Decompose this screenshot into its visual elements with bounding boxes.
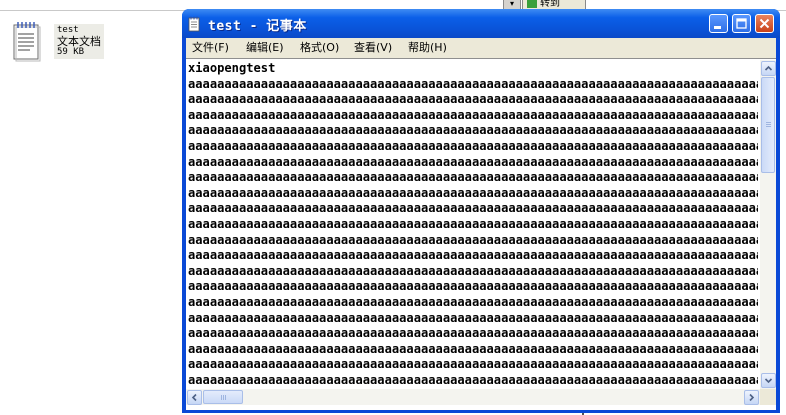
text-line: aaaaaaaaaaaaaaaaaaaaaaaaaaaaaaaaaaaaaaaa… xyxy=(188,294,758,309)
text-line: aaaaaaaaaaaaaaaaaaaaaaaaaaaaaaaaaaaaaaaa… xyxy=(188,232,758,247)
text-editor[interactable]: xiaopengtest aaaaaaaaaaaaaaaaaaaaaaaaaaaa… xyxy=(188,61,758,389)
close-button[interactable] xyxy=(755,14,774,33)
menu-view[interactable]: 查看(V) xyxy=(354,40,392,56)
text-line: aaaaaaaaaaaaaaaaaaaaaaaaaaaaaaaaaaaaaaaa… xyxy=(188,123,758,138)
text-line: aaaaaaaaaaaaaaaaaaaaaaaaaaaaaaaaaaaaaaaa… xyxy=(188,248,758,263)
window-title: test - 记事本 xyxy=(208,19,307,34)
vertical-scrollbar[interactable] xyxy=(760,60,776,389)
vertical-scroll-thumb[interactable] xyxy=(761,77,775,173)
chevron-up-icon xyxy=(764,65,773,71)
text-line: aaaaaaaaaaaaaaaaaaaaaaaaaaaaaaaaaaaaaaaa… xyxy=(188,92,758,107)
notepad-icon xyxy=(188,16,200,32)
goto-label: 转到 xyxy=(540,0,560,9)
text-line: aaaaaaaaaaaaaaaaaaaaaaaaaaaaaaaaaaaaaaaa… xyxy=(188,341,758,356)
text-line: aaaaaaaaaaaaaaaaaaaaaaaaaaaaaaaaaaaaaaaa… xyxy=(188,279,758,294)
text-line: aaaaaaaaaaaaaaaaaaaaaaaaaaaaaaaaaaaaaaaa… xyxy=(188,263,758,278)
maximize-button[interactable] xyxy=(732,14,751,33)
notepad-window: test - 记事本 文件(F) 编辑(E) 格式(O) 查看(V) 帮助(H)… xyxy=(182,9,780,413)
menu-edit[interactable]: 编辑(E) xyxy=(246,40,284,56)
scroll-up-button[interactable] xyxy=(761,61,776,76)
minimize-icon xyxy=(714,26,721,29)
minimize-button[interactable] xyxy=(709,14,728,33)
horizontal-scroll-thumb[interactable] xyxy=(203,390,243,404)
maximize-icon xyxy=(736,18,747,29)
editor-client-area: xiaopengtest aaaaaaaaaaaaaaaaaaaaaaaaaaaa… xyxy=(186,58,776,410)
text-line: aaaaaaaaaaaaaaaaaaaaaaaaaaaaaaaaaaaaaaaa… xyxy=(188,185,758,200)
text-line: aaaaaaaaaaaaaaaaaaaaaaaaaaaaaaaaaaaaaaaa… xyxy=(188,201,758,216)
text-line: aaaaaaaaaaaaaaaaaaaaaaaaaaaaaaaaaaaaaaaa… xyxy=(188,216,758,231)
desktop-file-label[interactable]: test 文本文档 59 KB xyxy=(54,24,104,59)
menu-format[interactable]: 格式(O) xyxy=(300,40,339,56)
text-line: xiaopengtest xyxy=(188,61,276,75)
scroll-right-button[interactable] xyxy=(744,390,759,405)
scroll-down-button[interactable] xyxy=(761,373,776,388)
horizontal-scrollbar[interactable] xyxy=(186,389,760,405)
file-size: 59 KB xyxy=(57,47,85,57)
chevron-down-icon xyxy=(764,378,773,384)
chevron-right-icon xyxy=(749,393,755,402)
text-line: aaaaaaaaaaaaaaaaaaaaaaaaaaaaaaaaaaaaaaaa… xyxy=(188,310,758,325)
menu-bar: 文件(F) 编辑(E) 格式(O) 查看(V) 帮助(H) xyxy=(186,38,776,58)
text-line: aaaaaaaaaaaaaaaaaaaaaaaaaaaaaaaaaaaaaaaa… xyxy=(188,138,758,153)
file-type: 文本文档 xyxy=(57,35,101,48)
text-line: aaaaaaaaaaaaaaaaaaaaaaaaaaaaaaaaaaaaaaaa… xyxy=(188,76,758,91)
notepad-document-icon[interactable] xyxy=(12,20,42,62)
menu-help[interactable]: 帮助(H) xyxy=(408,40,447,56)
chevron-left-icon xyxy=(191,393,197,402)
text-line: aaaaaaaaaaaaaaaaaaaaaaaaaaaaaaaaaaaaaaaa… xyxy=(188,107,758,122)
text-line: aaaaaaaaaaaaaaaaaaaaaaaaaaaaaaaaaaaaaaaa… xyxy=(188,154,758,169)
text-line: aaaaaaaaaaaaaaaaaaaaaaaaaaaaaaaaaaaaaaaa… xyxy=(188,372,758,387)
go-arrow-icon xyxy=(527,0,537,8)
title-bar[interactable]: test - 记事本 xyxy=(182,9,780,38)
text-line: aaaaaaaaaaaaaaaaaaaaaaaaaaaaaaaaaaaaaaaa… xyxy=(188,170,758,185)
scroll-left-button[interactable] xyxy=(187,390,202,405)
close-icon xyxy=(759,18,770,29)
text-line: aaaaaaaaaaaaaaaaaaaaaaaaaaaaaaaaaaaaaaaa… xyxy=(188,357,758,372)
menu-file[interactable]: 文件(F) xyxy=(192,40,229,56)
size-grip[interactable] xyxy=(760,389,776,405)
text-line: aaaaaaaaaaaaaaaaaaaaaaaaaaaaaaaaaaaaaaaa… xyxy=(188,326,758,341)
